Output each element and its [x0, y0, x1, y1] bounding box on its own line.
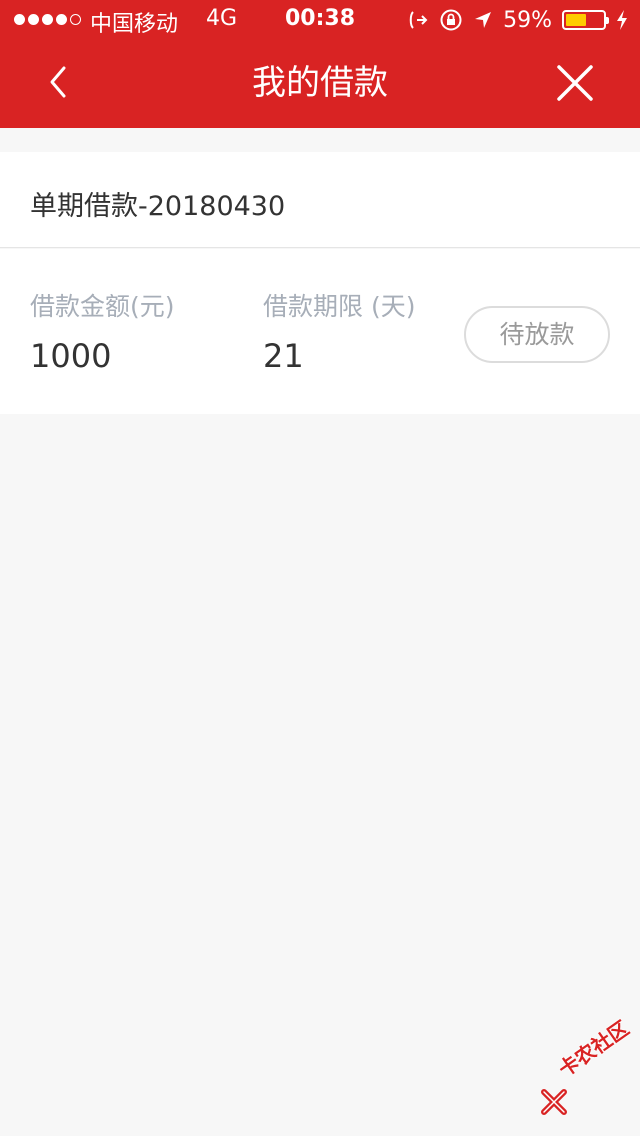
battery-icon: [562, 10, 609, 30]
battery-percent: 59%: [503, 7, 552, 33]
call-forwarding-icon: [407, 9, 429, 31]
charging-bolt-icon: [616, 9, 628, 31]
loan-amount-value: 1000: [30, 337, 112, 375]
watermark-text: 卡农社区: [553, 1016, 634, 1082]
loan-term-label: 借款期限 (天): [263, 292, 416, 321]
close-button[interactable]: [552, 60, 598, 106]
rotation-lock-icon: [439, 8, 463, 32]
loan-term-value: 21: [263, 337, 304, 375]
status-icons: 59%: [407, 6, 628, 34]
watermark: 卡农社区: [536, 1016, 640, 1122]
loan-name: 单期借款-20180430: [30, 191, 286, 222]
close-icon: [557, 65, 593, 101]
app-header: 中国移动 4G 00:38 59% 我的借款: [0, 0, 640, 128]
back-button[interactable]: [36, 60, 80, 104]
loan-detail-card[interactable]: 借款金额(元) 1000 借款期限 (天) 21 待放款: [0, 249, 640, 414]
loan-amount-label: 借款金额(元): [30, 292, 175, 321]
loan-status-button[interactable]: 待放款: [464, 306, 610, 363]
battery-fill: [566, 14, 586, 26]
watermark-logo-icon: [541, 1089, 567, 1115]
page-title: 我的借款: [252, 63, 388, 103]
loan-title-row[interactable]: 单期借款-20180430: [0, 152, 640, 248]
location-arrow-icon: [473, 10, 493, 30]
status-bar: 中国移动 4G 00:38 59%: [0, 0, 640, 40]
chevron-left-icon: [50, 66, 66, 98]
